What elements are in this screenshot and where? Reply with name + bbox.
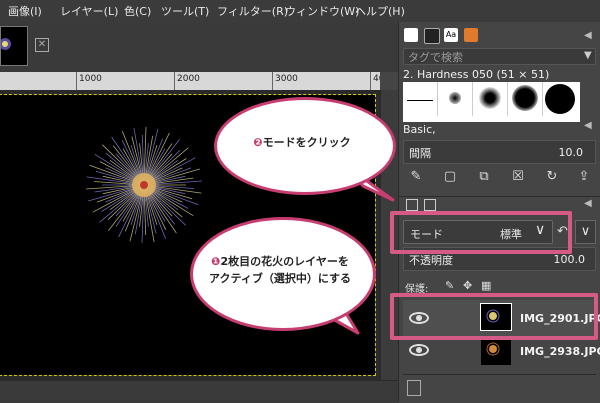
layer-callout-line1: ❶2枚目の花火のレイヤーを [211, 255, 349, 268]
callout-tails [318, 163, 395, 335]
mode-callout-text: ❷モードをクリック [253, 136, 351, 149]
layer-callout-line2: アクティブ（選択中）にする [209, 272, 351, 285]
